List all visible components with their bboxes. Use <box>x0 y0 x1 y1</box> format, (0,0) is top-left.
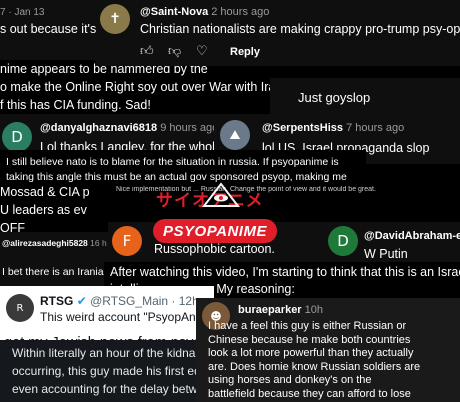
comment-author[interactable]: @danyalghaznavi6818 <box>40 122 157 134</box>
comment-card-nato: I still believe nato is to blame for the… <box>0 150 366 186</box>
comment-text: W Putin <box>364 247 408 261</box>
comment-card-buraeparker: ☻ buraeparker 10h I have a feel this guy… <box>196 298 460 402</box>
comment-line: Chinese because he make both countries <box>208 333 411 346</box>
tweet-text: This weird account "PsyopAnime" ma <box>40 310 214 324</box>
comment-line: I have a feel this guy is either Russian… <box>208 320 407 332</box>
comment-line-3: f this has CIA funding. Sad! <box>0 98 151 112</box>
comment-card-goyslop: Just goyslop <box>270 78 460 118</box>
comment-author[interactable]: @SerpentsHiss <box>262 122 343 134</box>
comment-text: I have a feel this guy is either Russian… <box>208 320 420 402</box>
like-icon[interactable]: 👍︎ <box>140 44 154 59</box>
comment-author[interactable]: @alirezasadeghi5828 <box>2 238 88 248</box>
comment-time: 10h <box>304 304 324 316</box>
comment-text: Just goyslop <box>298 90 371 105</box>
comment-author[interactable]: buraeparker <box>238 304 302 316</box>
comment-line: using horses and donkey's on the <box>208 374 372 387</box>
comment-line-2: U leaders as ev <box>0 203 87 217</box>
comment-text: I bet there is an Iranian in <box>2 266 112 278</box>
avatar: D <box>2 122 32 152</box>
reply-button[interactable]: Reply <box>230 46 260 58</box>
tweet-line-1: Within literally an hour of the kidnapp <box>12 346 209 360</box>
comment-text: Russophobic cartoon. <box>154 242 275 256</box>
comment-line: look a lot more powerful than they actua… <box>208 347 414 360</box>
logo-wordmark: PSYOPANIME <box>153 219 277 243</box>
comment-time: 2 hours ago <box>211 6 270 18</box>
avatar: ⛰ <box>220 120 250 150</box>
tweet-author[interactable]: RTSG <box>40 294 73 308</box>
comment-card-online-right: nime appears to be hammered by the o mak… <box>0 60 286 120</box>
avatar: D <box>328 226 358 256</box>
avatar: ✝ <box>100 4 130 34</box>
tweet-handle[interactable]: @RTSG_Main <box>90 294 168 308</box>
comment-line: battlefield because they can afford to l… <box>208 387 411 400</box>
tweet-line-3: even accounting for the delay betwee <box>12 382 211 396</box>
comment-time: 7 hours ago <box>346 122 405 134</box>
comment-text: s out because it's the <box>0 22 110 36</box>
eye-pyramid-icon <box>202 182 240 207</box>
comment-time: 9 hours ago <box>160 122 219 134</box>
avatar: F <box>112 226 142 256</box>
tweet-time: · 12h <box>171 294 199 308</box>
comment-card-mossad: Mossad & CIA p U leaders as ev OFF <box>0 184 118 236</box>
heart-icon[interactable]: ♡ <box>196 44 208 59</box>
dislike-icon[interactable]: 👎︎ <box>168 44 181 59</box>
comment-card-jan13: 7 · Jan 13 s out because it's the <box>0 0 110 64</box>
comment-time: 16 h <box>90 238 107 248</box>
tweet-line-2: occurring, this guy made his first edit <box>12 364 207 378</box>
comment-line: are. Does homie know Russian soldiers ar… <box>208 360 421 373</box>
comment-author[interactable]: @DavidAbraham-e5g <box>364 230 460 242</box>
comment-line-1: After watching this video, I'm starting … <box>110 265 460 279</box>
comment-card-david: D @DavidAbraham-e5g W Putin <box>322 222 460 266</box>
avatar: R <box>6 294 34 322</box>
comment-card-saint-nova: ✝ @Saint-Nova 2 hours ago Christian nati… <box>96 0 460 66</box>
comment-line-2: o make the Online Right soy out over War… <box>0 80 286 94</box>
comment-meta: 7 · Jan 13 <box>0 7 45 18</box>
comment-text: Christian nationalists are making crappy… <box>140 22 460 36</box>
verified-icon: ✔ <box>76 294 87 308</box>
tweet-card-kidnapping: Within literally an hour of the kidnapp … <box>0 340 216 402</box>
comment-line-1: I still believe nato is to blame for the… <box>6 156 339 168</box>
comment-card-alireza: @alirezasadeghi5828 16 h I bet there is … <box>0 232 112 286</box>
comment-line-1: Mossad & CIA p <box>0 185 90 199</box>
comment-author[interactable]: @Saint-Nova <box>140 6 208 18</box>
